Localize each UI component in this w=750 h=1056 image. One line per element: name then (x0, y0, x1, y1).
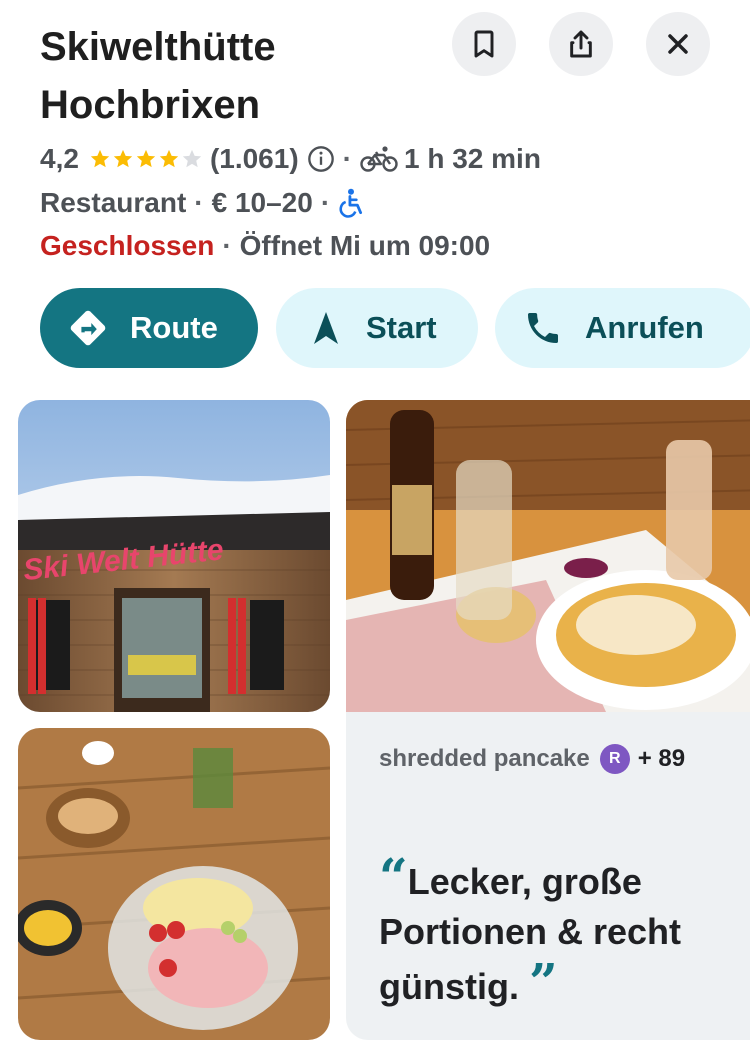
call-button[interactable]: Anrufen (495, 288, 750, 368)
price-range: € 10–20 (211, 187, 313, 218)
close-icon (668, 34, 688, 54)
rating-stars (89, 148, 204, 170)
start-button[interactable]: Start (276, 288, 478, 368)
rating-value: 4,2 (40, 143, 79, 174)
review-card[interactable]: shredded pancake R + 89 “Lecker, große P… (346, 712, 750, 1040)
review-others-count: + 89 (637, 745, 686, 772)
route-label: Route (130, 310, 218, 345)
place-title-line2: Hochbrixen (40, 83, 261, 127)
separator: · (342, 143, 352, 174)
phone-icon (528, 313, 558, 343)
place-title-line1: Skiwelthütte (40, 25, 276, 69)
photo-pancake[interactable] (346, 400, 750, 712)
review-header: shredded pancake R + 89 (379, 744, 685, 774)
bicycle-icon (360, 146, 398, 172)
photo-breakfast[interactable] (18, 728, 330, 1040)
start-label: Start (366, 310, 437, 345)
wheelchair-icon (339, 188, 363, 218)
separator: · (194, 187, 204, 218)
opening-time: Öffnet Mi um 09:00 (239, 230, 491, 261)
directions-icon (70, 310, 106, 346)
star-icon (90, 149, 110, 168)
hut-exterior-image: Ski Welt Hütte (18, 400, 330, 712)
quote-open-icon: “ (379, 847, 408, 906)
separator: · (222, 230, 232, 261)
navigation-icon (314, 312, 338, 344)
review-count: (1.061) (209, 143, 299, 174)
bike-time: 1 h 32 min (403, 143, 541, 174)
breakfast-image (18, 728, 330, 1040)
star-icon (159, 149, 179, 168)
route-button[interactable]: Route (40, 288, 258, 368)
star-icon (113, 149, 133, 168)
star-icon (136, 149, 156, 168)
details-row: Restaurant · € 10–20 · (40, 183, 364, 223)
rating-row[interactable]: 4,2 (1.061) · 1 h 32 min (40, 139, 541, 179)
status-row[interactable]: Geschlossen · Öffnet Mi um 09:00 (40, 226, 490, 266)
open-status: Geschlossen (40, 230, 215, 261)
close-button[interactable] (646, 12, 710, 76)
review-quote: “Lecker, große Portionen & recht günstig… (379, 852, 739, 1012)
separator: · (320, 187, 331, 218)
category: Restaurant (40, 187, 187, 218)
place-title: Skiwelthütte Hochbrixen (40, 18, 440, 134)
share-button[interactable] (549, 12, 613, 76)
avatar: R (599, 744, 630, 774)
review-dish: shredded pancake (379, 745, 590, 772)
call-label: Anrufen (585, 310, 704, 345)
bookmark-icon (474, 30, 494, 58)
info-icon[interactable] (307, 145, 335, 173)
quote-close-icon: ” (529, 952, 558, 1011)
save-button[interactable] (452, 12, 516, 76)
star-empty-icon (182, 149, 202, 168)
share-icon (570, 30, 592, 58)
pancake-image (346, 400, 750, 712)
photo-hut-exterior[interactable]: Ski Welt Hütte (18, 400, 330, 712)
